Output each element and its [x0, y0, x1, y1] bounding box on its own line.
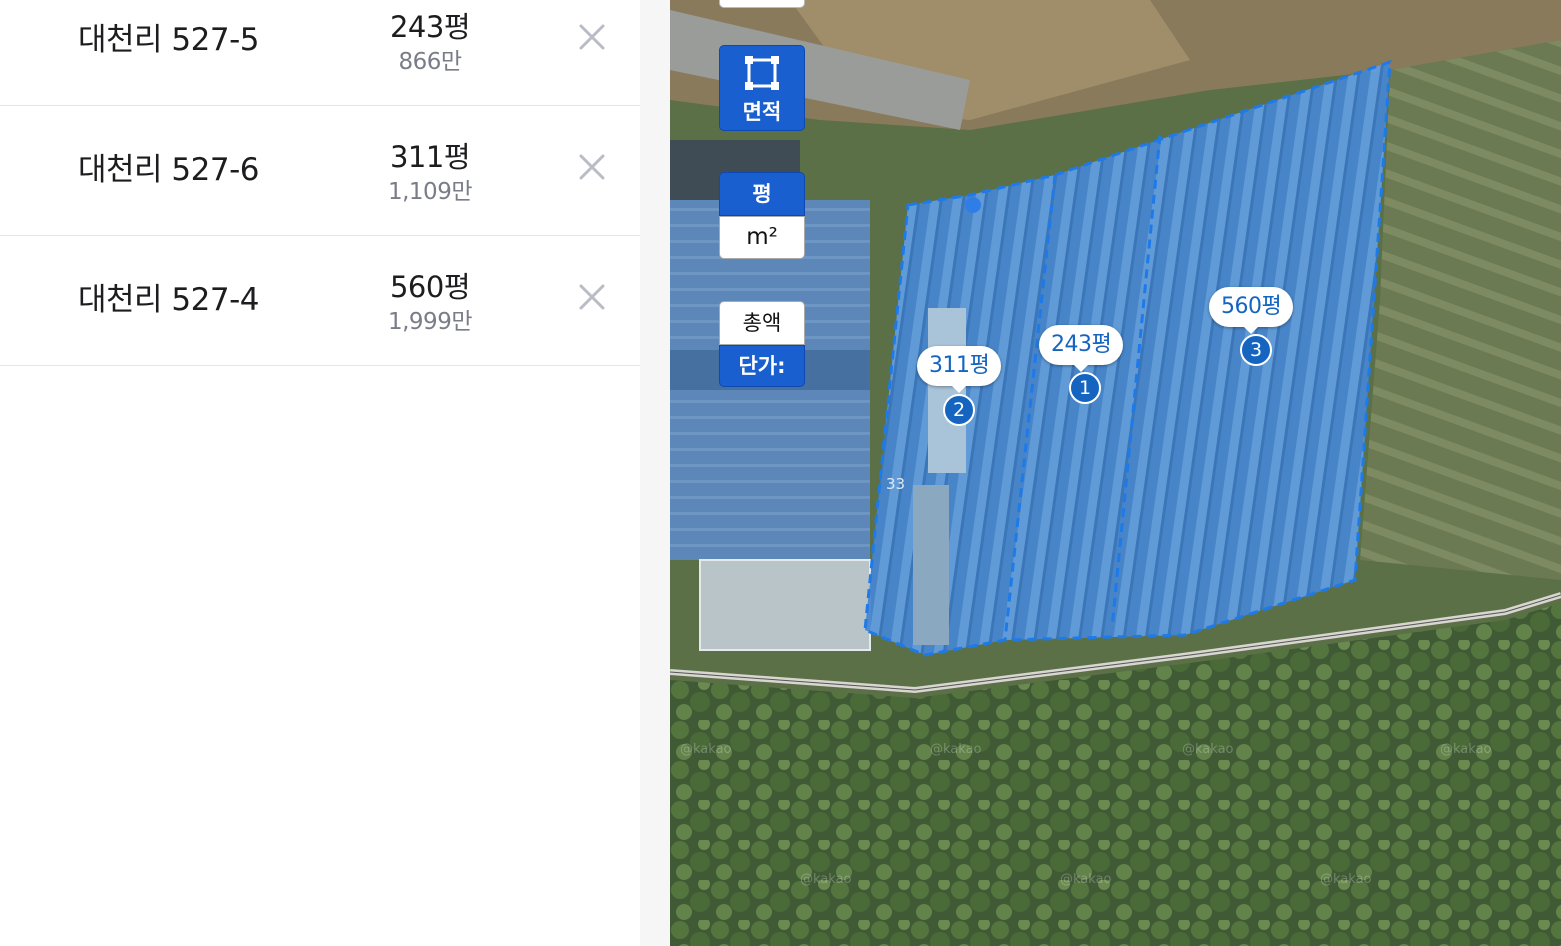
- total-price-toggle[interactable]: 총액: [719, 301, 805, 345]
- map-control-top[interactable]: [719, 0, 805, 8]
- parcel-list-panel: 대천리 527-5 243평 866만 대천리 527-6 311평 1,109…: [0, 0, 640, 946]
- panel-divider: [640, 0, 670, 946]
- map-watermark: @kakao: [1320, 872, 1372, 887]
- parcel-address: 대천리 527-5: [78, 22, 260, 58]
- area-measure-button[interactable]: 면적: [719, 45, 805, 131]
- parcel-address: 대천리 527-6: [78, 152, 260, 188]
- parcel-area: 243평: [389, 10, 471, 44]
- parcel-area-label[interactable]: 560평: [1209, 287, 1294, 334]
- map-watermark: @kakao: [1060, 872, 1112, 887]
- close-icon[interactable]: [573, 18, 611, 56]
- map-watermark: @kakao: [800, 872, 852, 887]
- parcel-area: 560평: [389, 270, 471, 304]
- map-watermark: @kakao: [680, 742, 732, 757]
- parcel-price: 1,999만: [387, 309, 473, 335]
- satellite-map[interactable]: 33 @kakao @kakao @kakao @kakao @kakao @k…: [670, 0, 1561, 946]
- area-measure-label: 면적: [742, 100, 782, 124]
- parcel-price: 1,109만: [387, 179, 473, 205]
- unit-m2-toggle[interactable]: m²: [719, 216, 805, 259]
- parcel-marker[interactable]: 3: [1240, 334, 1272, 366]
- map-watermark: @kakao: [930, 742, 982, 757]
- close-icon[interactable]: [573, 148, 611, 186]
- unit-pyeong-toggle[interactable]: 평: [719, 172, 805, 216]
- parcel-address: 대천리 527-4: [78, 282, 260, 318]
- parcel-area-label[interactable]: 311평: [917, 346, 1002, 393]
- parcel-marker[interactable]: 2: [943, 394, 975, 426]
- close-icon[interactable]: [573, 278, 611, 316]
- square-select-icon: [745, 56, 779, 90]
- parcel-area: 311평: [389, 140, 471, 174]
- parcel-price: 866만: [398, 49, 462, 75]
- map-imagery: [670, 0, 1561, 946]
- road-number-label: 33: [886, 475, 906, 493]
- parcel-row[interactable]: 대천리 527-4 560평 1,999만: [0, 236, 640, 366]
- unit-price-toggle[interactable]: 단가:: [719, 345, 805, 387]
- map-watermark: @kakao: [1440, 742, 1492, 757]
- parcel-area-label[interactable]: 243평: [1039, 325, 1124, 372]
- parcel-row[interactable]: 대천리 527-6 311평 1,109만: [0, 106, 640, 236]
- parcel-row[interactable]: 대천리 527-5 243평 866만: [0, 0, 640, 106]
- map-watermark: @kakao: [1182, 742, 1234, 757]
- parcel-marker[interactable]: 1: [1069, 372, 1101, 404]
